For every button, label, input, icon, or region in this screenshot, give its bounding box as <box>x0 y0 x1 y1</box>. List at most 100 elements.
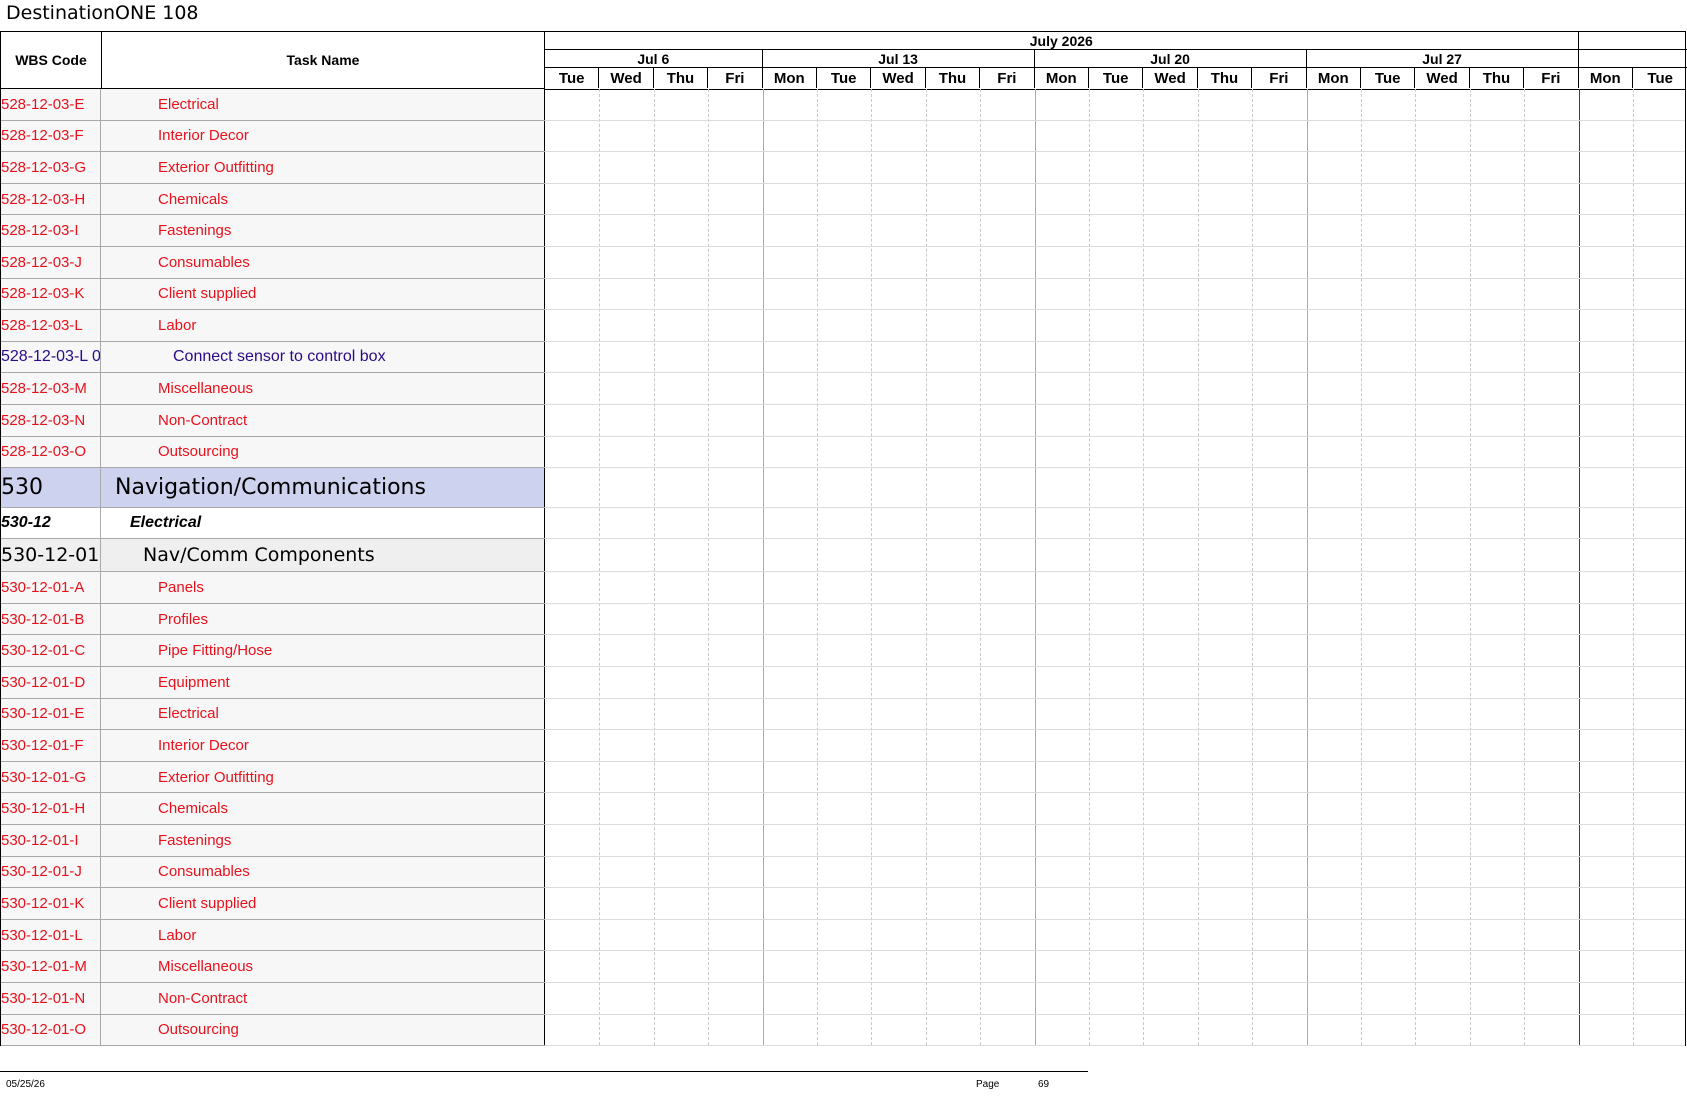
timescale-day: Thu <box>926 68 981 88</box>
table-row[interactable]: 530-12-01-H Chemicals <box>1 793 545 825</box>
row-gridline <box>545 340 1685 342</box>
table-row[interactable]: 528-12-03-H Chemicals <box>1 183 545 216</box>
task-name-cell: Pipe Fitting/Hose <box>101 635 545 666</box>
day-gridline <box>599 89 601 1045</box>
wbs-code-cell: 530-12-01-G <box>1 761 101 793</box>
task-name-cell: Chemicals <box>101 793 545 824</box>
footer-page-label: Page <box>976 1079 1000 1090</box>
column-header-wbs-code[interactable]: WBS Code <box>1 32 102 89</box>
table-row[interactable]: 530-12-01 Nav/Comm Components <box>1 539 545 573</box>
row-gridline <box>545 538 1685 540</box>
gantt-grid[interactable] <box>545 89 1685 1047</box>
wbs-code-cell: 530 <box>1 468 101 508</box>
task-name-cell: Exterior Outfitting <box>101 761 545 793</box>
table-row[interactable]: 528-12-03-M Miscellaneous <box>1 373 545 405</box>
day-gridline <box>871 89 873 1045</box>
row-gridline <box>545 277 1685 279</box>
task-name-cell: Consumables <box>101 247 545 278</box>
task-name-cell: Navigation/Communications <box>101 468 545 508</box>
row-gridline <box>545 887 1685 889</box>
timescale-day: Tue <box>817 68 872 88</box>
table-row[interactable]: 530-12-01-K Client supplied <box>1 888 545 920</box>
table-row[interactable]: 528-12-03-L Labor <box>1 310 545 342</box>
timescale: July 2026 Jul 6 Tue Wed Thu Fri Jul 13 Mon Tue We… <box>545 32 1687 90</box>
table-row[interactable]: 530-12-01-L Labor <box>1 919 545 952</box>
task-name-cell: Interior Decor <box>101 120 545 152</box>
task-name-cell: Labor <box>101 310 545 341</box>
footer-divider <box>0 1071 1088 1072</box>
table-row[interactable]: 530-12-01-J Consumables <box>1 856 545 889</box>
table-row[interactable]: 530-12 Electrical <box>1 508 545 540</box>
table-row[interactable]: 530-12-01-O Outsourcing <box>1 1014 545 1047</box>
wbs-code-cell: 530-12-01-L <box>1 919 101 951</box>
timescale-day: Mon <box>763 68 817 88</box>
wbs-code-cell: 530-12-01-J <box>1 856 101 888</box>
row-gridline <box>545 119 1685 121</box>
timescale-week: Jul 27 <box>1306 50 1579 68</box>
table-row[interactable]: 530-12-01-C Pipe Fitting/Hose <box>1 635 545 667</box>
row-gridline <box>545 507 1685 509</box>
document-title: DestinationONE 108 <box>6 2 199 24</box>
task-name-cell: Labor <box>101 919 545 951</box>
task-name-cell: Profiles <box>101 603 545 635</box>
day-gridline <box>1469 89 1471 1045</box>
row-gridline <box>545 634 1685 636</box>
table-row[interactable]: 530-12-01-N Non-Contract <box>1 983 545 1015</box>
column-header-task-name[interactable]: Task Name <box>102 32 545 89</box>
day-gridline <box>817 89 818 1045</box>
task-name-cell: Connect sensor to control box <box>101 341 545 373</box>
table-row[interactable]: 528-12-03-L 0 Connect sensor to control b… <box>1 341 545 374</box>
day-gridline <box>708 89 710 1045</box>
wbs-code-cell: 528-12-03-O <box>1 436 101 468</box>
table-row[interactable]: 528-12-03-N Non-Contract <box>1 405 545 437</box>
table-row[interactable]: 530-12-01-E Electrical <box>1 698 545 731</box>
day-gridline <box>1252 89 1254 1045</box>
wbs-code-cell: 530-12-01-I <box>1 825 101 856</box>
table-row[interactable]: 528-12-03-J Consumables <box>1 247 545 279</box>
table-row[interactable]: 530-12-01-A Panels <box>1 572 545 604</box>
timescale-day: Tue <box>1361 68 1416 88</box>
table-row[interactable]: 530-12-01-I Fastenings <box>1 825 545 857</box>
table-row[interactable]: 528-12-03-E Electrical <box>1 89 545 121</box>
table-row[interactable]: 530-12-01-D Equipment <box>1 667 545 699</box>
day-gridline <box>1143 89 1145 1045</box>
wbs-code-cell: 530-12-01-D <box>1 667 101 698</box>
table-row[interactable]: 530-12-01-M Miscellaneous <box>1 951 545 983</box>
wbs-code-cell: 530-12-01-N <box>1 983 101 1014</box>
wbs-code-cell: 528-12-03-L <box>1 310 101 341</box>
day-gridline <box>980 89 982 1045</box>
timescale-day: Wed <box>599 68 654 88</box>
wbs-code-cell: 530-12-01-O <box>1 1014 101 1046</box>
row-gridline <box>545 792 1685 794</box>
row-gridline <box>545 950 1685 952</box>
table-row[interactable]: 528-12-03-G Exterior Outfitting <box>1 152 545 184</box>
timescale-day: Thu <box>1470 68 1525 88</box>
timescale-day: Thu <box>654 68 709 88</box>
task-name-cell: Electrical <box>101 508 545 539</box>
row-gridline <box>545 1013 1685 1015</box>
table-row[interactable]: 528-12-03-I Fastenings <box>1 215 545 247</box>
day-gridline <box>653 89 655 1045</box>
wbs-code-cell: 528-12-03-M <box>1 373 101 404</box>
wbs-code-cell: 530-12 <box>1 508 101 539</box>
task-name-cell: Non-Contract <box>101 983 545 1014</box>
task-name-cell: Chemicals <box>101 183 545 215</box>
table-row[interactable]: 530-12-01-G Exterior Outfitting <box>1 761 545 794</box>
table-row[interactable]: 530 Navigation/Communications <box>1 468 545 509</box>
table-row[interactable]: 528-12-03-K Client supplied <box>1 278 545 311</box>
wbs-code-cell: 530-12-01-B <box>1 603 101 635</box>
table-row[interactable]: 528-12-03-F Interior Decor <box>1 120 545 153</box>
row-gridline <box>545 855 1685 857</box>
table-row[interactable]: 528-12-03-O Outsourcing <box>1 436 545 469</box>
wbs-code-cell: 528-12-03-N <box>1 405 101 436</box>
table-row[interactable]: 530-12-01-F Interior Decor <box>1 730 545 762</box>
timescale-day: Wed <box>1143 68 1198 88</box>
row-gridline <box>545 760 1685 762</box>
table-row[interactable]: 530-12-01-B Profiles <box>1 603 545 636</box>
task-name-cell: Equipment <box>101 667 545 698</box>
row-gridline <box>545 151 1685 153</box>
task-name-cell: Consumables <box>101 856 545 888</box>
row-gridline <box>545 182 1685 184</box>
wbs-code-cell: 528-12-03-E <box>1 89 101 120</box>
wbs-code-cell: 530-12-01-A <box>1 572 101 603</box>
